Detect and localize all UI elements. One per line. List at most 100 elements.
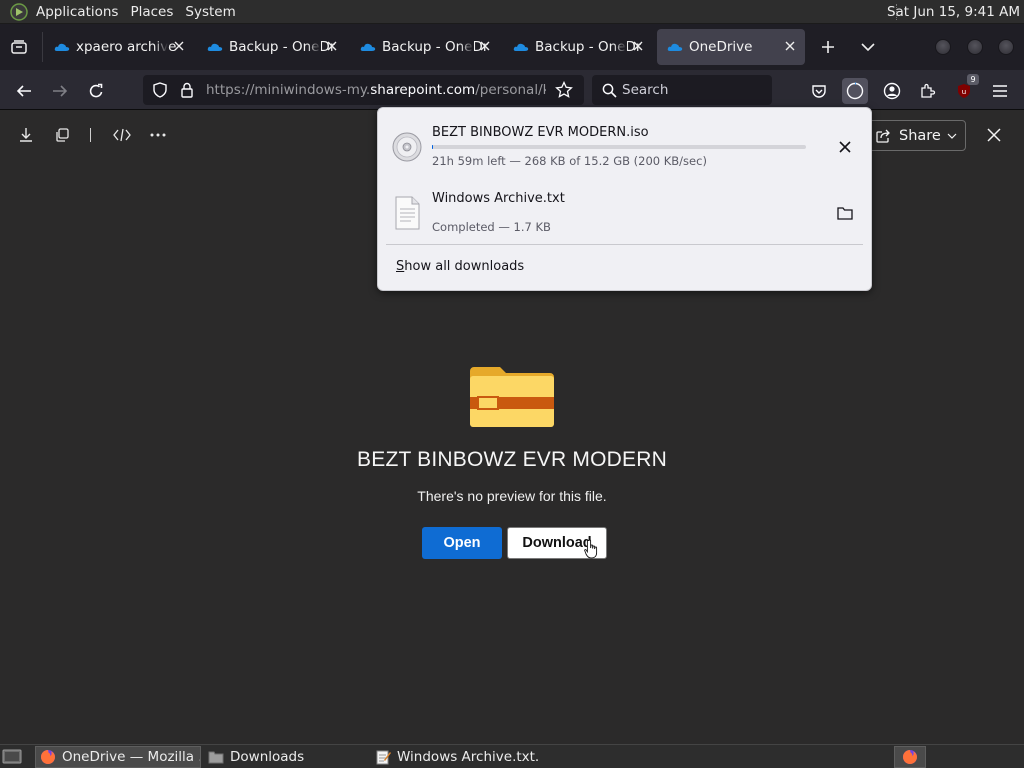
applications-menu[interactable]: Applications — [30, 4, 124, 20]
tray-firefox-icon[interactable] — [894, 746, 926, 768]
tab-xpaero-archive[interactable]: xpaero archive — [44, 29, 194, 65]
show-in-folder-button[interactable] — [834, 202, 856, 224]
onedrive-cloud-icon — [667, 43, 683, 51]
tab-title-fade — [307, 35, 321, 59]
arrow-left-icon — [16, 85, 31, 97]
folder-icon — [470, 367, 554, 427]
puzzle-icon — [921, 83, 936, 98]
folder-outline-icon — [837, 207, 853, 220]
taskbar-label: Windows Archive.txt... — [397, 749, 539, 765]
download-icon — [20, 128, 32, 142]
account-icon — [883, 82, 901, 100]
clock[interactable]: Sat Jun 15, 9:41 AM — [887, 4, 1020, 20]
downloads-button[interactable] — [842, 78, 868, 104]
tab-list-icon — [11, 40, 27, 54]
ublock-count-badge: 9 — [967, 74, 979, 85]
ublock-origin-button[interactable]: u 9 — [951, 74, 979, 104]
close-tab-icon[interactable] — [325, 39, 339, 53]
onedrive-cloud-icon — [207, 43, 223, 51]
tab-title-fade — [613, 35, 627, 59]
viewer-embed-button[interactable] — [111, 124, 133, 146]
close-icon — [987, 128, 1001, 142]
disc-file-icon — [392, 132, 422, 162]
download-item-iso[interactable]: BEZT BINBOWZ EVR MODERN.iso 21h 59m left… — [386, 116, 864, 178]
url-bar[interactable]: https://miniwindows-my.sharepoint.com/pe… — [143, 75, 584, 105]
close-tab-icon[interactable] — [783, 39, 797, 53]
file-title: BEZT BINBOWZ EVR MODERN — [357, 448, 667, 471]
close-tab-icon[interactable] — [631, 39, 645, 53]
maximize-window-button[interactable] — [967, 39, 983, 55]
back-button[interactable] — [11, 78, 37, 104]
tab-backup-onedrive-3[interactable]: Backup - OneDrive — [503, 29, 653, 65]
bookmark-star-icon[interactable] — [555, 81, 573, 99]
close-tab-icon[interactable] — [478, 39, 492, 53]
download-status: Completed — 1.7 KB — [432, 220, 551, 234]
download-item-txt[interactable]: Windows Archive.txt Completed — 1.7 KB — [386, 182, 864, 244]
tab-backup-onedrive-2[interactable]: Backup - OneDrive — [350, 29, 500, 65]
download-filename: BEZT BINBOWZ EVR MODERN.iso — [432, 125, 649, 140]
taskbar-item-downloads[interactable]: Downloads — [204, 746, 368, 768]
svg-text:u: u — [962, 88, 966, 96]
download-filename: Windows Archive.txt — [432, 191, 565, 206]
text-file-icon — [395, 196, 420, 230]
system-top-panel: Applications Places System Sat Jun 15, 9… — [0, 0, 1024, 24]
viewer-download-button[interactable] — [15, 124, 37, 146]
pocket-button[interactable] — [806, 78, 832, 104]
folder-icon — [208, 751, 224, 764]
search-bar[interactable]: Search — [592, 75, 772, 105]
ublock-shield-icon: u — [958, 84, 970, 98]
system-menu[interactable]: System — [179, 4, 241, 20]
taskbar-label: OneDrive — Mozilla ... — [62, 749, 201, 765]
reload-button[interactable] — [83, 78, 109, 104]
close-tab-icon[interactable] — [172, 39, 186, 53]
download-progress-bar — [432, 145, 806, 149]
navigation-toolbar: https://miniwindows-my.sharepoint.com/pe… — [0, 70, 1024, 110]
onedrive-cloud-icon — [360, 43, 376, 51]
tab-bar-separator — [42, 32, 43, 62]
download-progress-fill — [432, 145, 434, 149]
tab-title-fade — [154, 35, 168, 59]
extensions-button[interactable] — [915, 78, 941, 104]
toolbar-divider — [90, 128, 91, 142]
bottom-taskbar: OneDrive — Mozilla ... Downloads Windows… — [0, 744, 1024, 768]
show-all-label: how all downloads — [404, 259, 525, 274]
open-button[interactable]: Open — [422, 527, 502, 559]
tracking-protection-shield-icon[interactable] — [151, 81, 169, 99]
lock-icon[interactable] — [178, 81, 196, 99]
viewer-more-button[interactable] — [147, 124, 169, 146]
plus-icon — [822, 41, 834, 53]
taskbar-label: Downloads — [230, 749, 305, 765]
hamburger-menu-icon — [993, 85, 1007, 97]
tab-title-fade — [460, 35, 474, 59]
show-desktop-icon[interactable] — [2, 748, 22, 765]
close-viewer-button[interactable] — [983, 124, 1005, 146]
minimize-window-button[interactable] — [935, 39, 951, 55]
account-button[interactable] — [879, 78, 905, 104]
more-horizontal-icon — [150, 133, 166, 137]
taskbar-item-firefox[interactable]: OneDrive — Mozilla ... — [35, 746, 201, 768]
download-status: 21h 59m left — 268 KB of 15.2 GB (200 KB… — [432, 154, 707, 168]
cancel-download-button[interactable] — [834, 136, 856, 158]
applications-logo-icon[interactable] — [10, 2, 28, 21]
open-menu-button[interactable] — [987, 78, 1013, 104]
tab-backup-onedrive-1[interactable]: Backup - OneDrive — [197, 29, 347, 65]
viewer-copy-button[interactable] — [51, 124, 73, 146]
taskbar-item-text-editor[interactable]: Windows Archive.txt... — [371, 746, 539, 768]
new-tab-button[interactable] — [818, 37, 838, 57]
list-all-tabs-button[interactable] — [8, 36, 30, 58]
downloads-panel: BEZT BINBOWZ EVR MODERN.iso 21h 59m left… — [377, 107, 872, 291]
arrow-right-icon — [53, 85, 68, 97]
show-all-downloads-link[interactable]: Show all downloads — [396, 259, 524, 274]
places-menu[interactable]: Places — [124, 4, 179, 20]
reload-icon — [89, 83, 103, 98]
forward-button[interactable] — [47, 78, 73, 104]
pocket-icon — [812, 85, 826, 98]
tab-overflow-button[interactable] — [858, 37, 878, 57]
onedrive-cloud-icon — [54, 43, 70, 51]
no-preview-message: There's no preview for this file. — [417, 488, 607, 504]
share-icon — [876, 129, 890, 143]
close-window-button[interactable] — [998, 39, 1014, 55]
downloads-panel-divider — [386, 244, 863, 245]
tab-onedrive[interactable]: OneDrive — [657, 29, 805, 65]
share-button[interactable]: Share — [866, 120, 966, 151]
